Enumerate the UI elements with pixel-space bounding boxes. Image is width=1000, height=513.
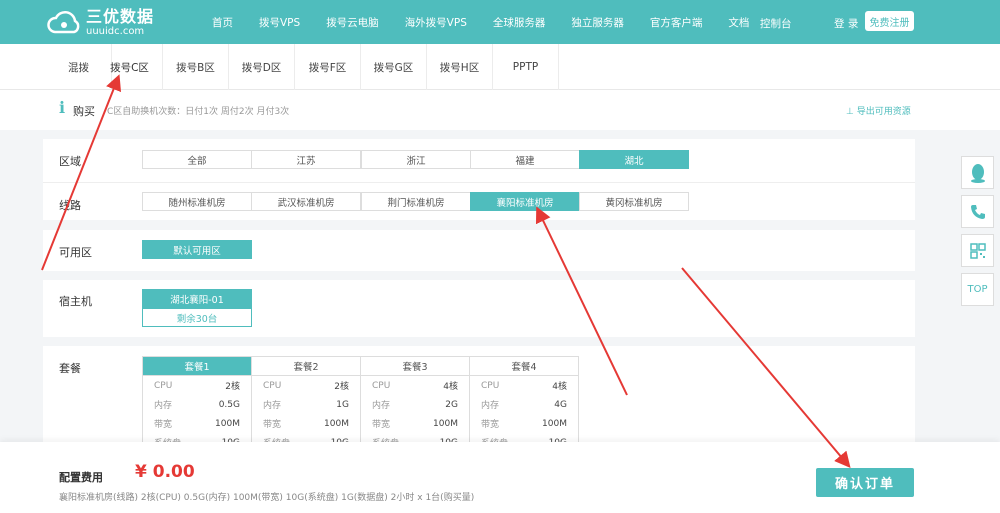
order-summary-bar: 配置费用 ¥ 0.00 襄阳标准机房(线路) 2核(CPU) 0.5G(内存) … — [0, 442, 1000, 513]
fee-label: 配置费用 — [59, 471, 103, 484]
info-icon: ℹ — [59, 98, 66, 117]
cloud-icon — [47, 11, 80, 34]
register-button[interactable]: 免费注册 — [865, 11, 914, 31]
spec-key: 带宽 — [372, 420, 391, 430]
tab-zone-d[interactable]: 拨号D区 — [229, 44, 295, 90]
export-icon: ⊥ — [846, 107, 857, 117]
fee-price: ¥ 0.00 — [135, 462, 195, 482]
purchase-info-bar: ℹ 购买 C区自助换机次数：日付1次 周付2次 月付3次 ⊥ 导出可用资源 — [0, 90, 1000, 130]
zone-card: 可用区 默认可用区 — [43, 230, 915, 271]
spec-value: 4核 — [552, 382, 567, 392]
nav-item-client[interactable]: 官方客户端 — [650, 15, 703, 30]
qq-icon — [970, 163, 985, 183]
spec-value: 100M — [542, 418, 567, 429]
spec-value: 2核 — [225, 382, 240, 392]
login-link[interactable]: 登 录 — [834, 16, 858, 31]
swap-quota-note: C区自助换机次数：日付1次 周付2次 月付3次 — [107, 107, 290, 117]
package-option-3[interactable]: 套餐3 CPU4核 内存2G 带宽100M 系统盘10G — [360, 356, 470, 453]
region-option-hubei[interactable]: 湖北 — [579, 150, 689, 169]
tab-zone-c[interactable]: 拨号C区 — [97, 44, 163, 90]
export-resources-link[interactable]: ⊥ 导出可用资源 — [846, 104, 911, 117]
purchase-label: 购买 — [73, 105, 95, 118]
back-to-top-button[interactable]: TOP — [961, 273, 994, 306]
line-option-suizhou[interactable]: 随州标准机房 — [142, 192, 252, 211]
line-option-huanggang[interactable]: 黄冈标准机房 — [579, 192, 689, 211]
nav-item-home[interactable]: 首页 — [212, 15, 233, 30]
region-option-jiangsu[interactable]: 江苏 — [251, 150, 361, 169]
package-option-4[interactable]: 套餐4 CPU4核 内存4G 带宽100M 系统盘10G — [469, 356, 579, 453]
spec-value: 2G — [445, 399, 458, 410]
package-option-1[interactable]: 套餐1 CPU2核 内存0.5G 带宽100M 系统盘10G — [142, 356, 252, 453]
main-nav: 首页 拨号VPS 拨号云电脑 海外拨号VPS 全球服务器 独立服务器 官方客户端… — [212, 0, 775, 44]
spec-key: 内存 — [263, 401, 282, 411]
host-label: 宿主机 — [59, 295, 92, 308]
package-name: 套餐1 — [143, 357, 251, 376]
host-card: 宿主机 湖北襄阳-01 剩余30台 — [43, 280, 915, 337]
line-option-jingmen[interactable]: 荆门标准机房 — [361, 192, 471, 211]
phone-support-button[interactable] — [961, 195, 994, 228]
line-option-wuhan[interactable]: 武汉标准机房 — [251, 192, 361, 211]
spec-value: 4G — [554, 399, 567, 410]
host-remaining: 剩余30台 — [142, 308, 252, 327]
tab-zone-b[interactable]: 拨号B区 — [163, 44, 229, 90]
tab-zone-f[interactable]: 拨号F区 — [295, 44, 361, 90]
qq-support-button[interactable] — [961, 156, 994, 189]
spec-key: 带宽 — [263, 420, 282, 430]
host-option-xiangyang-01[interactable]: 湖北襄阳-01 — [142, 289, 252, 308]
line-option-xiangyang[interactable]: 襄阳标准机房 — [470, 192, 580, 211]
nav-item-dial-cloud-pc[interactable]: 拨号云电脑 — [326, 15, 379, 30]
line-label: 线路 — [59, 199, 81, 212]
export-label: 导出可用资源 — [856, 107, 911, 117]
region-label: 区域 — [59, 155, 81, 168]
nav-item-dial-vps[interactable]: 拨号VPS — [259, 15, 300, 30]
tab-pptp[interactable]: PPTP — [493, 44, 559, 90]
console-link[interactable]: 控制台 — [760, 16, 792, 31]
spec-value: 0.5G — [218, 399, 240, 410]
tab-zone-g[interactable]: 拨号G区 — [361, 44, 427, 90]
nav-item-global-server[interactable]: 全球服务器 — [493, 15, 546, 30]
package-name: 套餐4 — [470, 357, 578, 376]
qrcode-icon — [969, 242, 986, 259]
spec-value: 4核 — [443, 382, 458, 392]
spec-key: 带宽 — [481, 420, 500, 430]
spec-key: CPU — [372, 380, 391, 391]
spec-value: 100M — [433, 418, 458, 429]
package-option-2[interactable]: 套餐2 CPU2核 内存1G 带宽100M 系统盘10G — [251, 356, 361, 453]
spec-value: 1G — [336, 399, 349, 410]
nav-item-docs[interactable]: 文档 — [728, 15, 749, 30]
qrcode-button[interactable] — [961, 234, 994, 267]
region-option-zhejiang[interactable]: 浙江 — [361, 150, 471, 169]
brand-logo[interactable]: 三优数据 uuuidc.com — [46, 9, 154, 37]
region-option-all[interactable]: 全部 — [142, 150, 252, 169]
confirm-order-button[interactable]: 确认订单 — [816, 468, 914, 497]
spec-key: 内存 — [481, 401, 500, 411]
spec-key: 内存 — [372, 401, 391, 411]
spec-key: 内存 — [154, 401, 173, 411]
spec-value: 2核 — [334, 382, 349, 392]
region-option-fujian[interactable]: 福建 — [470, 150, 580, 169]
spec-key: CPU — [263, 380, 282, 391]
divider — [43, 182, 915, 183]
product-tabs: 混拨 拨号C区 拨号B区 拨号D区 拨号F区 拨号G区 拨号H区 PPTP — [0, 44, 1000, 90]
zone-label: 可用区 — [59, 246, 92, 259]
nav-item-dedicated-server[interactable]: 独立服务器 — [571, 15, 624, 30]
spec-key: CPU — [154, 380, 173, 391]
brand-url: uuuidc.com — [86, 26, 145, 37]
brand-title: 三优数据 — [86, 7, 155, 26]
spec-key: CPU — [481, 380, 500, 391]
package-label: 套餐 — [59, 362, 81, 375]
top-navbar: 三优数据 uuuidc.com 首页 拨号VPS 拨号云电脑 海外拨号VPS 全… — [0, 0, 1000, 44]
spec-value: 100M — [215, 418, 240, 429]
spec-value: 100M — [324, 418, 349, 429]
tab-zone-h[interactable]: 拨号H区 — [427, 44, 493, 90]
order-detail: 襄阳标准机房(线路) 2核(CPU) 0.5G(内存) 100M(带宽) 10G… — [59, 493, 475, 503]
region-line-card: 区域 全部 江苏 浙江 福建 湖北 线路 随州标准机房 武汉标准机房 荆门标准机… — [43, 139, 915, 220]
package-name: 套餐2 — [252, 357, 360, 376]
package-name: 套餐3 — [361, 357, 469, 376]
spec-key: 带宽 — [154, 420, 173, 430]
nav-item-overseas-vps[interactable]: 海外拨号VPS — [405, 15, 467, 30]
zone-option-default[interactable]: 默认可用区 — [142, 240, 252, 259]
phone-icon — [970, 204, 985, 219]
